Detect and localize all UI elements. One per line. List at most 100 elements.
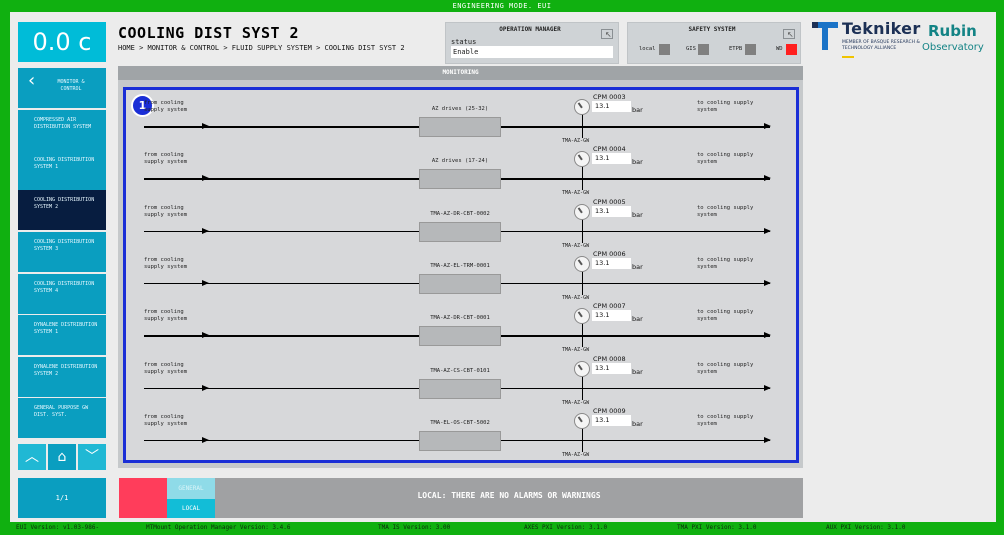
flow-arrow-icon (202, 175, 209, 182)
device-label: AZ drives (25-32) (431, 106, 489, 112)
scroll-down-button[interactable]: ﹀ (78, 444, 106, 470)
safety-system-title: SAFETY SYSTEM (688, 26, 736, 33)
home-button[interactable]: ⌂ (48, 444, 76, 470)
source-label: from cooling supply system (144, 152, 188, 166)
device-label: TMA-AZ-EL-TRM-0001 (430, 262, 490, 269)
device-block (419, 169, 501, 190)
top-bar-title: ENGINEERING MODE. EUI (452, 2, 552, 10)
rubin-logo-sub: Observatory (922, 42, 984, 53)
sensor-tap (582, 323, 583, 348)
sensor-tap (582, 218, 583, 243)
home-icon: ⌂ (57, 449, 67, 465)
main-frame: 0.0 c ‹ MONITOR & CONTROL COMPRESSED AIR… (10, 12, 996, 522)
status-value: Enable (451, 46, 613, 58)
device-block (419, 221, 501, 242)
back-button[interactable]: ‹ MONITOR & CONTROL (18, 68, 106, 108)
sidebar-item-cooling-2[interactable]: COOLING DISTRIBUTION SYSTEM 2 (18, 190, 106, 230)
sidebar-item-dynalene-2[interactable]: DYNALENE DISTRIBUTION SYSTEM 2 (18, 357, 106, 397)
pressure-gauge-icon (574, 255, 590, 272)
pressure-value: 13.1 (592, 101, 631, 112)
sidebar-item-general-purpose[interactable]: GENERAL PURPOSE GW DIST. SYST. (18, 398, 106, 438)
sidebar-item-cooling-4[interactable]: COOLING DISTRIBUTION SYSTEM 4 (18, 274, 106, 314)
flow-arrow-icon (202, 227, 209, 234)
device-block (419, 273, 501, 294)
tab-general[interactable]: GENERAL (167, 478, 215, 499)
operation-manager-title: OPERATION MANAGER (499, 26, 561, 33)
chevron-up-icon: ︿ (25, 449, 39, 465)
sidebar-item-label: COOLING DISTRIBUTION SYSTEM 4 (34, 281, 95, 294)
flow-arrow-icon (202, 332, 209, 339)
sidebar-item-label: COOLING DISTRIBUTION SYSTEM 3 (34, 239, 95, 252)
gauge-label: TMA-AZ-GW (562, 399, 590, 406)
tekniker-logo-icon (812, 22, 838, 50)
flow-arrow-icon (202, 279, 209, 286)
sensor-id: CPM 0004 (593, 145, 626, 154)
safety-indicator-gis: GIS (686, 44, 709, 55)
sidebar-item-compressed-air[interactable]: COMPRESSED AIR DISTRIBUTION SYSTEM (18, 110, 106, 150)
status-light (698, 44, 709, 55)
pressure-unit: bar (632, 262, 643, 271)
operation-manager-panel: OPERATION MANAGER status Enable (445, 22, 619, 64)
cursor-icon[interactable] (601, 29, 613, 39)
page-indicator: 1/1 (18, 478, 106, 518)
sidebar-item-dynalene-1[interactable]: DYNALENE DISTRIBUTION SYSTEM 1 (18, 315, 106, 355)
source-label: from cooling supply system (144, 309, 188, 323)
status-light (659, 44, 670, 55)
cursor-icon[interactable] (783, 29, 795, 39)
device-label: TMA-AZ-DR-CBT-0002 (430, 210, 490, 217)
sidebar-item-cooling-1[interactable]: COOLING DISTRIBUTION SYSTEM 1 (18, 150, 106, 190)
sidebar-item-label: COOLING DISTRIBUTION SYSTEM 2 (34, 197, 95, 210)
sensor-id: CPM 0006 (593, 249, 626, 258)
pressure-value: 13.1 (592, 310, 631, 322)
flow-arrow-icon (764, 332, 771, 339)
pressure-gauge-icon (574, 360, 590, 377)
gauge-label: TMA-AZ-GW (562, 451, 590, 458)
device-block (419, 378, 501, 399)
source-label: from cooling supply system (144, 413, 188, 427)
flow-arrow-icon (764, 123, 771, 129)
gauge-label: TMA-AZ-GW (562, 347, 590, 354)
page-title: COOLING DIST SYST 2 (118, 24, 300, 42)
device-label: AZ drives (17-24) (431, 158, 489, 165)
sensor-id: CPM 0007 (593, 302, 626, 311)
rubin-logo: Rubin (928, 22, 977, 40)
safety-system-panel: SAFETY SYSTEM local GIS ETPB WD (627, 22, 801, 64)
temperature-display: 0.0 c (18, 22, 106, 62)
sidebar-item-cooling-3[interactable]: COOLING DISTRIBUTION SYSTEM 3 (18, 232, 106, 272)
source-label: from cooling supply system (144, 100, 188, 113)
flow-arrow-icon (202, 436, 209, 443)
sensor-id: CPM 0008 (593, 354, 626, 363)
pressure-value: 13.1 (592, 414, 631, 426)
safety-indicator-local: local (639, 44, 670, 55)
back-button-label: MONITOR & CONTROL (57, 79, 85, 92)
tab-local[interactable]: LOCAL (167, 499, 215, 518)
flow-line-row: from cooling supply system to cooling sup… (126, 407, 796, 464)
sidebar-item-label: DYNALENE DISTRIBUTION SYSTEM 2 (34, 364, 98, 377)
scroll-up-button[interactable]: ︿ (18, 444, 46, 470)
flow-arrow-icon (202, 123, 209, 129)
pressure-gauge-icon (574, 99, 590, 115)
sidebar-item-label: COMPRESSED AIR DISTRIBUTION SYSTEM (34, 117, 92, 130)
destination-label: to cooling supply system (697, 361, 754, 375)
sensor-id: CPM 0005 (593, 197, 626, 206)
flow-arrow-icon (764, 279, 771, 286)
sidebar-item-label: GENERAL PURPOSE GW DIST. SYST. (34, 405, 89, 418)
pressure-gauge-icon (574, 412, 590, 429)
source-label: from cooling supply system (144, 361, 188, 375)
pressure-gauge-icon (574, 151, 590, 168)
status-light (786, 44, 797, 55)
sensor-tap (582, 375, 583, 400)
device-label: TMA-EL-OS-CBT-5002 (430, 419, 490, 426)
sidebar-item-label: DYNALENE DISTRIBUTION SYSTEM 1 (34, 322, 98, 335)
pressure-value: 13.1 (592, 205, 631, 217)
sensor-tap (582, 427, 583, 452)
sidebar-item-label: COOLING DISTRIBUTION SYSTEM 1 (34, 157, 95, 170)
alarm-status-indicator (119, 478, 167, 518)
status-label: status (451, 38, 477, 46)
pressure-unit: bar (632, 210, 643, 219)
pressure-unit: bar (632, 106, 643, 114)
destination-label: to cooling supply system (697, 256, 754, 270)
breadcrumb: HOME > MONITOR & CONTROL > FLUID SUPPLY … (118, 44, 405, 52)
sensor-tap (582, 270, 583, 295)
pressure-value: 13.1 (592, 257, 631, 269)
